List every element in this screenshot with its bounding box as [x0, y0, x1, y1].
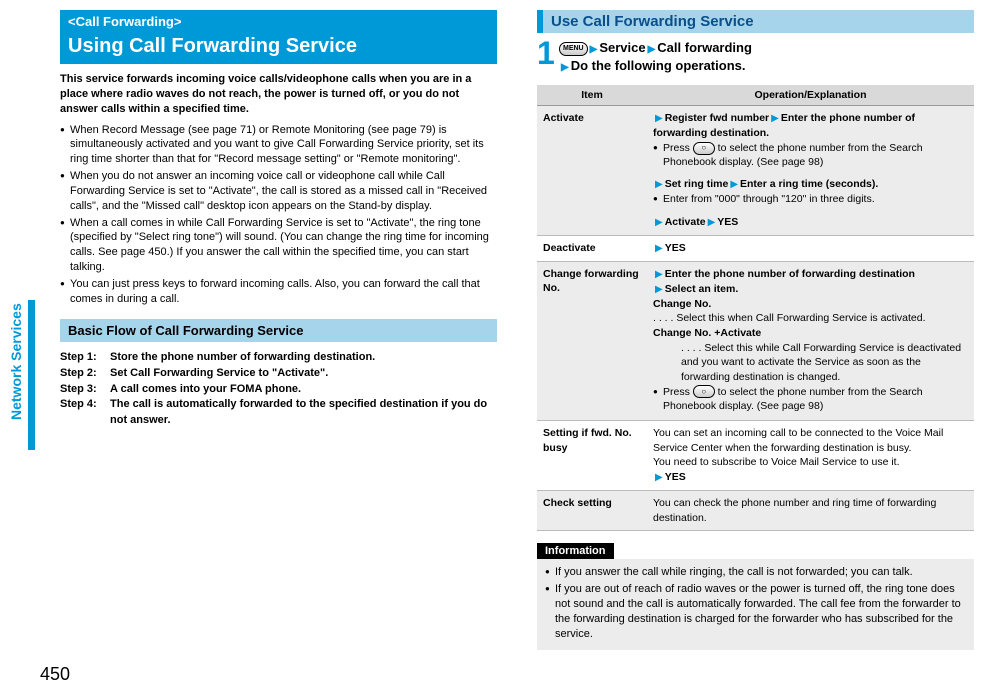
step-label: Step 3:: [60, 382, 110, 398]
table-row: Activate ▶Register fwd number▶Enter the …: [537, 106, 974, 235]
flow-heading: Basic Flow of Call Forwarding Service: [60, 319, 497, 342]
arrow-icon: ▶: [653, 217, 665, 228]
flow-steps: Step 1:Store the phone number of forward…: [60, 350, 497, 430]
cell-operation: ▶YES: [647, 235, 974, 261]
op-desc: . . . . Select this when Call Forwarding…: [653, 312, 926, 324]
nav-do: Do the following operations.: [571, 58, 746, 73]
cell-operation: You can check the phone number and ring …: [647, 491, 974, 531]
op-text: YES: [665, 242, 686, 254]
table-row: Deactivate ▶YES: [537, 235, 974, 261]
arrow-icon: ▶: [728, 179, 740, 190]
step-row: Step 1:Store the phone number of forward…: [60, 350, 497, 366]
table-header-row: Item Operation/Explanation: [537, 85, 974, 106]
op-text: Select an item.: [665, 283, 739, 295]
step-label: Step 4:: [60, 397, 110, 429]
page-title: Using Call Forwarding Service: [60, 33, 497, 64]
cell-item: Activate: [537, 106, 647, 235]
op-text: Set ring time: [665, 178, 729, 190]
intro-text: This service forwards incoming voice cal…: [60, 72, 497, 117]
list-item: When Record Message (see page 71) or Rem…: [60, 123, 497, 168]
procedure-step: 1 MENU▶Service▶Call forwarding ▶Do the f…: [537, 39, 974, 75]
operations-table: Item Operation/Explanation Activate ▶Reg…: [537, 85, 974, 531]
nav-key-icon: [693, 385, 715, 398]
op-desc: . . . . Select this while Call Forwardin…: [653, 341, 968, 385]
nav-service: Service: [599, 40, 645, 55]
step-label: Step 1:: [60, 350, 110, 366]
list-item: If you answer the call while ringing, th…: [545, 565, 966, 580]
op-text: Activate: [665, 216, 706, 228]
arrow-icon: ▶: [653, 269, 665, 280]
list-item: Press to select the phone number from th…: [653, 141, 968, 169]
step-text: Store the phone number of forwarding des…: [110, 350, 375, 366]
step-number-1: 1: [537, 39, 555, 68]
arrow-icon: ▶: [588, 44, 600, 55]
arrow-icon: ▶: [653, 179, 665, 190]
cell-item: Check setting: [537, 491, 647, 531]
list-item: When a call comes in while Call Forwardi…: [60, 216, 497, 275]
page-number: 450: [40, 664, 70, 685]
step-text: Set Call Forwarding Service to "Activate…: [110, 366, 328, 382]
side-accent-bar: [28, 300, 35, 450]
op-text: YES: [665, 471, 686, 483]
arrow-icon: ▶: [769, 113, 781, 124]
op-text: Register fwd number: [665, 112, 769, 124]
information-header: Information: [537, 543, 614, 559]
cell-item: Change forwarding No.: [537, 261, 647, 420]
list-item: Press to select the phone number from th…: [653, 385, 968, 413]
step-label: Step 2:: [60, 366, 110, 382]
step-text: The call is automatically forwarded to t…: [110, 397, 497, 429]
table-row: Setting if fwd. No. busy You can set an …: [537, 421, 974, 491]
col-operation: Operation/Explanation: [647, 85, 974, 106]
op-text: Change No.: [653, 298, 711, 310]
list-item: If you are out of reach of radio waves o…: [545, 582, 966, 641]
op-desc: You need to subscribe to Voice Mail Serv…: [653, 456, 900, 468]
step-row: Step 4:The call is automatically forward…: [60, 397, 497, 429]
list-item: Enter from "000" through "120" in three …: [653, 192, 968, 206]
cell-operation: ▶Enter the phone number of forwarding de…: [647, 261, 974, 420]
menu-key-icon: MENU: [559, 42, 588, 56]
step-row: Step 3:A call comes into your FOMA phone…: [60, 382, 497, 398]
arrow-icon: ▶: [653, 113, 665, 124]
cell-operation: ▶Register fwd number▶Enter the phone num…: [647, 106, 974, 235]
right-column: Use Call Forwarding Service 1 MENU▶Servi…: [537, 10, 974, 650]
op-text: YES: [717, 216, 738, 228]
step-text: A call comes into your FOMA phone.: [110, 382, 301, 398]
arrow-icon: ▶: [646, 44, 658, 55]
col-item: Item: [537, 85, 647, 106]
breadcrumb: <Call Forwarding>: [60, 10, 497, 33]
left-column: <Call Forwarding> Using Call Forwarding …: [60, 10, 497, 650]
list-item: You can just press keys to forward incom…: [60, 277, 497, 307]
arrow-icon: ▶: [653, 472, 665, 483]
intro-bullets: When Record Message (see page 71) or Rem…: [60, 123, 497, 307]
op-text: Enter a ring time (seconds).: [740, 178, 878, 190]
nav-call-forwarding: Call forwarding: [657, 40, 752, 55]
table-row: Check setting You can check the phone nu…: [537, 491, 974, 531]
list-item: When you do not answer an incoming voice…: [60, 169, 497, 214]
step-instruction: MENU▶Service▶Call forwarding ▶Do the fol…: [559, 39, 752, 75]
cell-item: Deactivate: [537, 235, 647, 261]
op-text: Enter the phone number of forwarding des…: [665, 268, 915, 280]
arrow-icon: ▶: [653, 284, 665, 295]
arrow-icon: ▶: [706, 217, 718, 228]
use-heading: Use Call Forwarding Service: [537, 10, 974, 33]
arrow-icon: ▶: [653, 243, 665, 254]
op-desc: You can set an incoming call to be conne…: [653, 427, 943, 454]
arrow-icon: ▶: [559, 62, 571, 73]
information-box: If you answer the call while ringing, th…: [537, 559, 974, 649]
step-row: Step 2:Set Call Forwarding Service to "A…: [60, 366, 497, 382]
cell-item: Setting if fwd. No. busy: [537, 421, 647, 491]
op-text: Change No. +Activate: [653, 327, 761, 339]
side-section-label: Network Services: [8, 303, 24, 420]
nav-key-icon: [693, 142, 715, 155]
cell-operation: You can set an incoming call to be conne…: [647, 421, 974, 491]
table-row: Change forwarding No. ▶Enter the phone n…: [537, 261, 974, 420]
